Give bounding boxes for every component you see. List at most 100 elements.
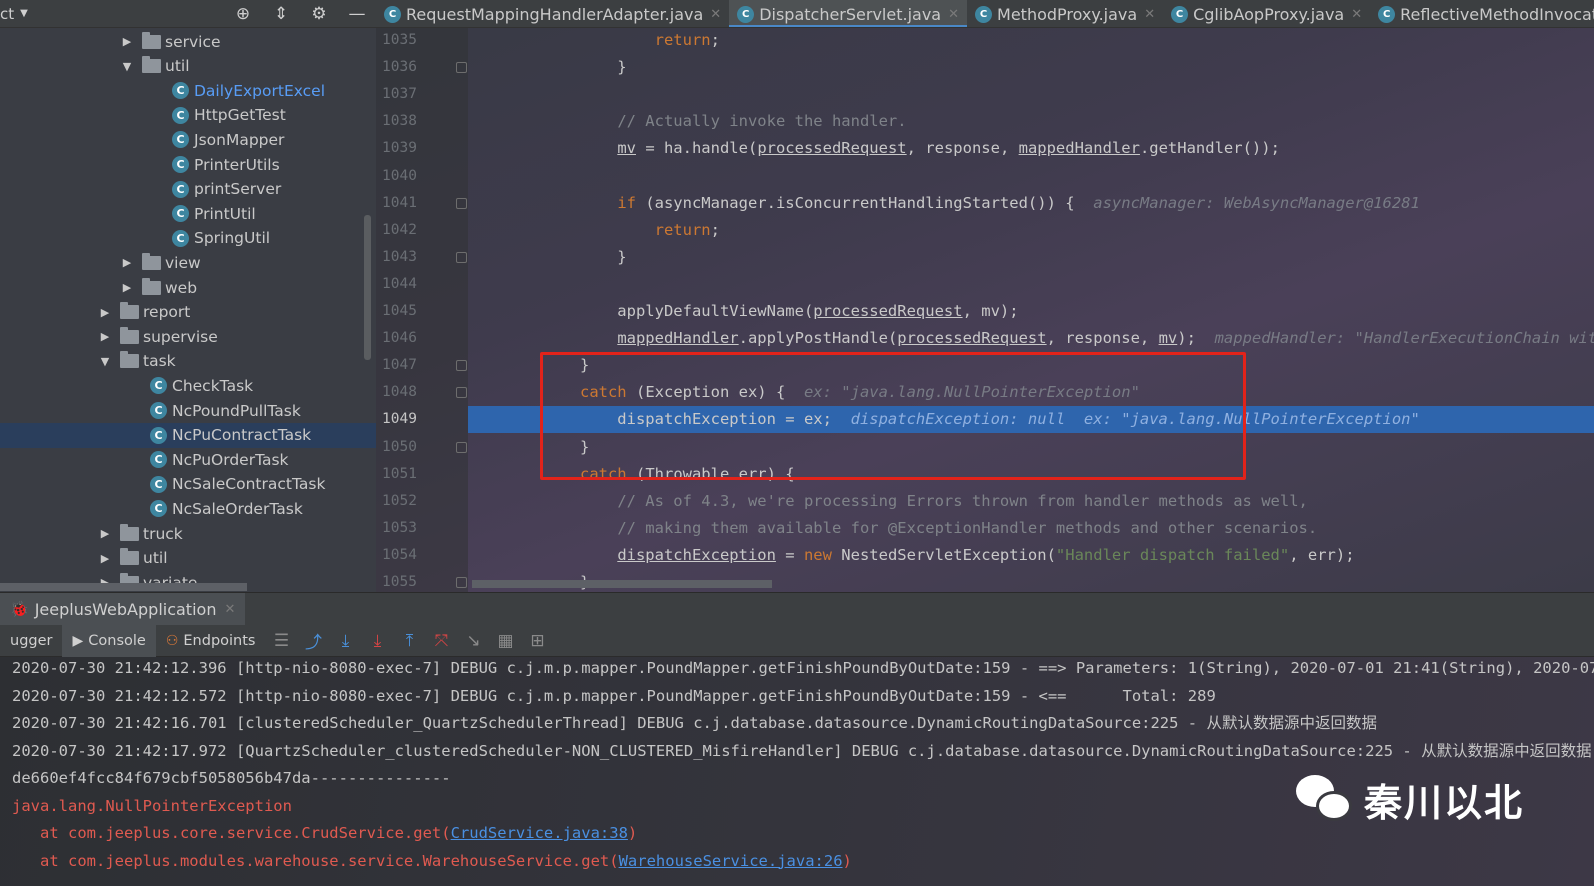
line-number[interactable]: 1050 <box>376 434 422 461</box>
close-icon[interactable]: ✕ <box>1144 7 1155 22</box>
tree-class-file[interactable]: C NcPuOrderTask <box>0 447 376 472</box>
line-number[interactable]: 1041 <box>376 190 422 217</box>
code-line[interactable]: return; <box>468 28 1594 54</box>
step-over-icon[interactable]: ⤓ <box>329 631 361 651</box>
code-line[interactable]: } <box>468 244 1594 271</box>
tree-folder[interactable]: ▶ service <box>0 29 376 54</box>
menu-icon[interactable]: ☰ <box>265 631 297 651</box>
hide-icon[interactable]: — <box>346 4 368 24</box>
code-line[interactable]: applyDefaultViewName(processedRequest, m… <box>468 298 1594 325</box>
drop-frame-icon[interactable]: ⤧ <box>425 631 457 651</box>
chevron-down-icon[interactable]: ▼ <box>20 8 28 19</box>
code-line[interactable]: // As of 4.3, we're processing Errors th… <box>468 488 1594 515</box>
step-out-icon[interactable]: ⤒ <box>393 631 425 651</box>
code-line[interactable]: if (asyncManager.isConcurrentHandlingSta… <box>468 190 1594 217</box>
tree-folder[interactable]: ▶ report <box>0 300 376 325</box>
tree-folder[interactable]: ▶ util <box>0 546 376 571</box>
code-line[interactable]: return; <box>468 217 1594 244</box>
chevron-right-icon[interactable]: ▶ <box>120 35 134 48</box>
line-number[interactable]: 1051 <box>376 461 422 488</box>
chevron-right-icon[interactable]: ▶ <box>98 306 112 319</box>
chevron-down-icon[interactable]: ▼ <box>98 355 112 368</box>
line-number[interactable]: 1044 <box>376 271 422 298</box>
run-config-tab[interactable]: 🐞 JeeplusWebApplication ✕ <box>0 592 246 626</box>
gear-icon[interactable]: ⚙ <box>308 4 330 24</box>
code-line[interactable]: mappedHandler.applyPostHandle(processedR… <box>468 325 1594 352</box>
code-line[interactable]: catch (Exception ex) { ex: "java.lang.Nu… <box>468 379 1594 406</box>
tree-folder[interactable]: ▼ task <box>0 349 376 374</box>
line-number[interactable]: 1047 <box>376 352 422 379</box>
editor-tab[interactable]: CReflectiveMethodInvocation.ja <box>1370 0 1594 27</box>
execution-point-line[interactable]: dispatchException = ex; dispatchExceptio… <box>468 406 1594 434</box>
line-number[interactable]: 1040 <box>376 163 422 190</box>
code-line[interactable]: } <box>468 54 1594 81</box>
project-view-selector[interactable]: ct <box>0 5 14 23</box>
stacktrace-link[interactable]: CrudService.java:38 <box>451 824 628 842</box>
line-number[interactable]: 1036 <box>376 54 422 81</box>
tree-folder[interactable]: ▶ truck <box>0 521 376 546</box>
line-number[interactable]: 1038 <box>376 108 422 135</box>
editor-tab[interactable]: C RequestMappingHandlerAdapter.java ✕ <box>376 0 729 27</box>
locate-icon[interactable]: ⊕ <box>232 4 254 24</box>
tree-class-file[interactable]: C CheckTask <box>0 373 376 398</box>
fold-marker-icon[interactable] <box>456 387 467 399</box>
fold-marker-icon[interactable] <box>456 577 467 588</box>
code-line[interactable] <box>468 271 1594 298</box>
code-line[interactable]: // making them available for @ExceptionH… <box>468 515 1594 542</box>
tree-folder[interactable]: ▼ util <box>0 54 376 79</box>
fold-marker-icon[interactable] <box>456 62 467 74</box>
code-line[interactable] <box>468 163 1594 190</box>
collapse-all-icon[interactable]: ⇕ <box>270 4 292 24</box>
tree-class-file[interactable]: CprintServer <box>0 177 376 202</box>
line-number[interactable]: 1054 <box>376 542 422 569</box>
chevron-right-icon[interactable]: ▶ <box>98 330 112 343</box>
close-icon[interactable]: ✕ <box>710 7 721 22</box>
close-icon[interactable]: ✕ <box>224 602 235 617</box>
chevron-right-icon[interactable]: ▶ <box>98 552 112 565</box>
close-icon[interactable]: ✕ <box>1351 7 1362 22</box>
layout-icon[interactable]: ⊞ <box>521 631 553 651</box>
tree-horizontal-scrollbar[interactable] <box>0 583 247 591</box>
line-number[interactable]: 1052 <box>376 488 422 515</box>
chevron-right-icon[interactable]: ▶ <box>120 256 134 269</box>
editor-gutter[interactable]: 1035 1036 1037 1038 1039 1040 1041 1042 1043 1044… <box>376 28 468 592</box>
fold-marker-icon[interactable] <box>456 197 467 209</box>
line-number[interactable]: 1045 <box>376 298 422 325</box>
tree-class-file[interactable]: C PrinterUtils <box>0 152 376 177</box>
fold-marker-icon[interactable] <box>456 441 467 453</box>
tree-class-file[interactable]: C NcSaleContractTask <box>0 472 376 497</box>
editor-tab[interactable]: C DispatcherServlet.java ✕ <box>729 0 968 27</box>
chevron-down-icon[interactable]: ▼ <box>120 60 134 73</box>
line-number[interactable]: 1049 <box>376 406 422 433</box>
tree-class-file[interactable]: C SpringUtil <box>0 226 376 251</box>
line-number[interactable]: 1055 <box>376 569 422 592</box>
fold-marker-icon[interactable] <box>456 251 467 263</box>
console-tab[interactable]: ▶ Console <box>62 624 156 657</box>
stacktrace-link[interactable]: WarehouseService.java:26 <box>619 852 843 870</box>
tree-class-file[interactable]: C PrintUtil <box>0 201 376 226</box>
code-editor[interactable]: 1035 1036 1037 1038 1039 1040 1041 1042 1043 1044… <box>376 28 1594 592</box>
tree-class-file[interactable]: C NcPoundPullTask <box>0 398 376 423</box>
editor-tab[interactable]: C CglibAopProxy.java ✕ <box>1163 0 1370 27</box>
line-number[interactable]: 1048 <box>376 379 422 406</box>
code-line[interactable]: } <box>468 352 1594 379</box>
editor-horizontal-scrollbar[interactable] <box>472 580 772 588</box>
chevron-right-icon[interactable]: ▶ <box>120 281 134 294</box>
fold-marker-icon[interactable] <box>456 360 467 372</box>
tree-folder[interactable]: ▶ supervise <box>0 324 376 349</box>
endpoints-tab[interactable]: ⚇ Endpoints <box>156 625 266 657</box>
code-line[interactable]: // Actually invoke the handler. <box>468 108 1594 135</box>
code-line[interactable]: catch (Throwable err) { <box>468 461 1594 488</box>
code-line[interactable]: dispatchException = new NestedServletExc… <box>468 542 1594 569</box>
debugger-tab[interactable]: ugger <box>0 625 62 657</box>
chevron-right-icon[interactable]: ▶ <box>98 527 112 540</box>
line-number[interactable]: 1053 <box>376 515 422 542</box>
tree-class-file[interactable]: C JsonMapper <box>0 127 376 152</box>
code-line[interactable] <box>468 81 1594 108</box>
line-number[interactable]: 1043 <box>376 244 422 271</box>
line-number[interactable]: 1039 <box>376 135 422 162</box>
show-execution-point-icon[interactable]: ⤴ <box>297 628 329 653</box>
run-to-cursor-icon[interactable]: ↘ <box>457 631 489 651</box>
code-line[interactable]: } <box>468 434 1594 461</box>
tree-folder[interactable]: ▶ web <box>0 275 376 300</box>
